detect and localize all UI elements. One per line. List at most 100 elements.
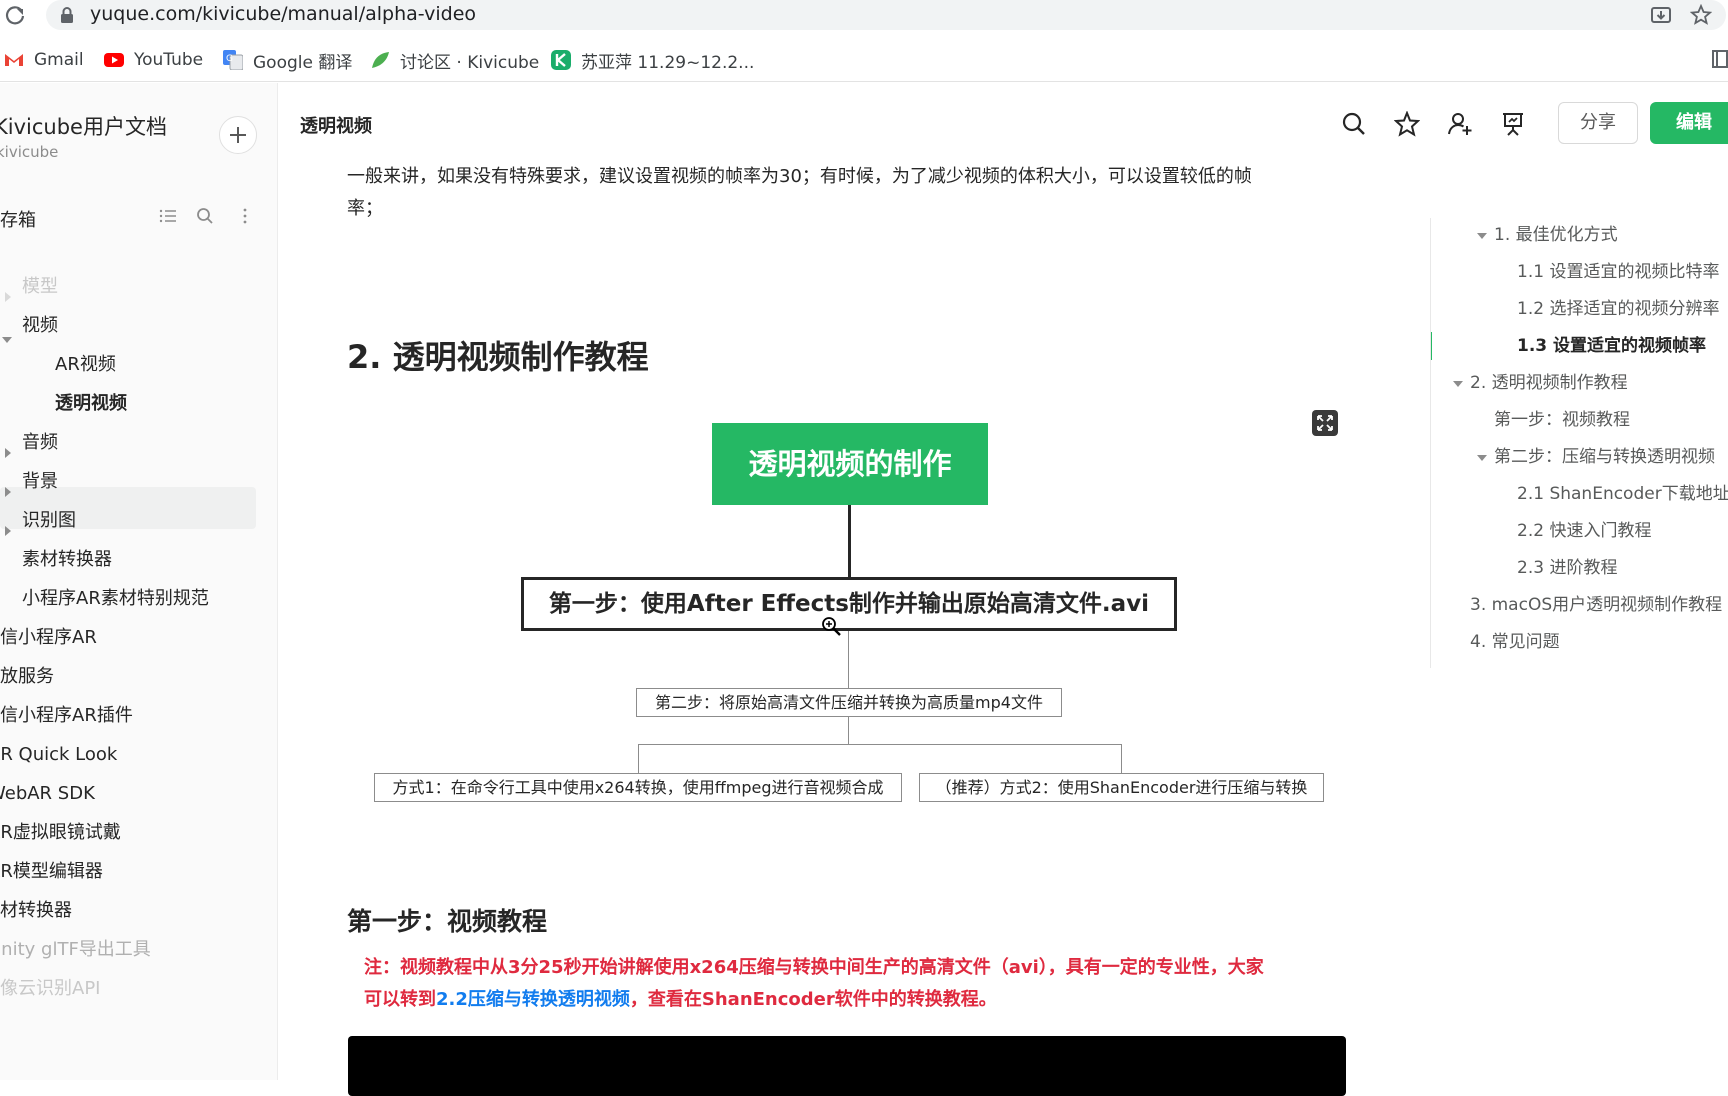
sidebar-item-ar-video[interactable]: AR视频 xyxy=(55,345,116,385)
note-line1: 注：视频教程中从3分25秒开始讲解使用x264压缩与转换中间生产的高清文件（av… xyxy=(364,957,1264,978)
url-text[interactable]: yuque.com/kivicube/manual/alpha-video xyxy=(90,3,476,25)
star-bookmark-icon[interactable] xyxy=(1689,3,1713,26)
doc-title: 透明视频 xyxy=(300,116,372,137)
video-player[interactable] xyxy=(348,1036,1346,1096)
note-link[interactable]: 2.2压缩与转换透明视频 xyxy=(436,989,630,1010)
search-icon[interactable] xyxy=(196,207,214,225)
toc-item[interactable]: 2. 透明视频制作教程 xyxy=(1470,366,1628,400)
mindmap-option1-node: 方式1：在命令行工具中使用x264转换，使用ffmpeg进行音视频合成 xyxy=(374,773,902,802)
leaf-icon xyxy=(370,50,390,70)
presentation-icon[interactable] xyxy=(1500,111,1526,137)
sidebar-item-webar-sdk[interactable]: WebAR SDK xyxy=(0,774,95,814)
bookmark-google-translate[interactable]: G Google 翻译 xyxy=(223,48,353,73)
toc-item[interactable]: 第一步：视频教程 xyxy=(1494,403,1630,437)
sidebar-item-background[interactable]: 背景 xyxy=(22,462,58,502)
bookmark-label: Google 翻译 xyxy=(253,52,353,73)
section-heading: 2. 透明视频制作教程 xyxy=(347,338,649,376)
book-subtitle: kivicube xyxy=(0,143,59,161)
subsection-heading: 第一步：视频教程 xyxy=(347,907,548,936)
star-icon[interactable] xyxy=(1393,110,1421,137)
mindmap-root-node: 透明视频的制作 xyxy=(712,423,988,505)
bookmark-youtube[interactable]: YouTube xyxy=(104,48,203,72)
bookmark-gmail[interactable]: Gmail xyxy=(4,48,84,72)
toc-item[interactable]: 2.1 ShanEncoder下载地址 xyxy=(1517,477,1728,511)
bookmark-label: 苏亚萍 11.29~12.2... xyxy=(581,52,755,73)
sidebar-item-converter-2[interactable]: 素材转换器 xyxy=(0,891,72,931)
connector-line xyxy=(1121,744,1122,773)
kivicube-k-icon xyxy=(551,50,571,70)
add-collaborator-icon[interactable] xyxy=(1447,111,1473,137)
bookmark-label: YouTube xyxy=(134,50,204,70)
toc-active-marker xyxy=(1431,332,1432,360)
intro-paragraph-line1: 一般来讲，如果没有特殊要求，建议设置视频的帧率为30；有时候，为了减少视频的体积… xyxy=(347,166,1252,187)
sidebar-item-cloud-api[interactable]: 图像云识别API xyxy=(0,969,100,1009)
mindmap-step1-node: 第一步：使用After Effects制作并输出原始高清文件.avi xyxy=(521,577,1177,631)
reload-icon[interactable] xyxy=(4,4,26,26)
toc-item[interactable]: 1. 最佳优化方式 xyxy=(1494,218,1618,252)
sidebar-item-model[interactable]: 模型 xyxy=(22,267,58,307)
sidebar-item-wechat-plugin[interactable]: 微信小程序AR插件 xyxy=(0,696,133,736)
caret-right-icon[interactable] xyxy=(5,448,11,458)
caret-down-icon[interactable] xyxy=(1477,233,1487,239)
connector-line xyxy=(638,744,639,773)
edit-button[interactable]: 编辑 xyxy=(1650,102,1728,144)
sidebar-item-converter[interactable]: 素材转换器 xyxy=(22,540,112,580)
caret-right-icon[interactable] xyxy=(5,487,11,497)
caret-down-icon[interactable] xyxy=(1477,455,1487,461)
connector-line xyxy=(848,631,849,688)
connector-line xyxy=(638,744,1122,745)
table-of-contents: 1. 最佳优化方式 1.1 设置适宜的视频比特率 1.2 选择适宜的视频分辨率 … xyxy=(1430,218,1728,668)
doc-header: 透明视频 xyxy=(279,83,1728,159)
sidebar-item-wechat-ar[interactable]: 微信小程序AR xyxy=(0,618,97,658)
bookmarks-bar: Gmail YouTube G Google 翻译 讨论区 · Kivicube… xyxy=(0,38,1728,82)
sidebar-item-glasses[interactable]: AR虚拟眼镜试戴 xyxy=(0,813,121,853)
bookmark-label: Gmail xyxy=(34,50,84,70)
sidebar-item-model-editor[interactable]: AR模型编辑器 xyxy=(0,852,103,892)
bookmark-suyaping[interactable]: 苏亚萍 11.29~12.2... xyxy=(551,48,755,73)
svg-text:G: G xyxy=(226,54,233,64)
youtube-icon xyxy=(104,50,124,70)
toc-item[interactable]: 2.2 快速入门教程 xyxy=(1517,514,1651,548)
note-line2: 可以转到2.2压缩与转换透明视频，查看在ShanEncoder软件中的转换教程。 xyxy=(364,984,1354,1016)
google-translate-icon: G xyxy=(223,50,244,71)
sidebar-item-open-service[interactable]: 开放服务 xyxy=(0,657,54,697)
lock-icon xyxy=(60,6,74,24)
caret-right-icon[interactable] xyxy=(5,292,11,302)
toc-item[interactable]: 3. macOS用户透明视频制作教程 xyxy=(1470,588,1722,622)
mindmap-diagram[interactable]: 透明视频的制作 第一步：使用After Effects制作并输出原始高清文件.a… xyxy=(340,400,1350,820)
bookmark-label: 讨论区 · Kivicube xyxy=(400,52,540,73)
mindmap-step2-node: 第二步：将原始高清文件压缩并转换为高质量mp4文件 xyxy=(636,688,1062,717)
caret-down-icon[interactable] xyxy=(1453,381,1463,387)
toc-item[interactable]: 2.3 进阶教程 xyxy=(1517,551,1617,585)
book-title[interactable]: Kivicube用户文档 xyxy=(0,111,167,141)
toc-item[interactable]: 1.2 选择适宜的视频分辨率 xyxy=(1517,292,1719,326)
add-button[interactable] xyxy=(219,116,257,154)
share-button[interactable]: 分享 xyxy=(1558,102,1638,144)
connector-line xyxy=(848,717,849,744)
bookmark-kivicube-forum[interactable]: 讨论区 · Kivicube xyxy=(370,48,540,73)
sidebar-item-miniapp-spec[interactable]: 小程序AR素材特别规范 xyxy=(22,579,209,619)
mindmap-option2-node: （推荐）方式2：使用ShanEncoder进行压缩与转换 xyxy=(919,773,1324,802)
search-icon[interactable] xyxy=(1341,111,1367,137)
sidebar-item-audio[interactable]: 音频 xyxy=(22,423,58,463)
address-bar[interactable]: yuque.com/kivicube/manual/alpha-video xyxy=(46,0,1726,30)
toc-item[interactable]: 第二步：压缩与转换透明视频 xyxy=(1494,440,1715,474)
toc-item[interactable]: 4. 常见问题 xyxy=(1470,625,1560,659)
toc-item[interactable]: 1.1 设置适宜的视频比特率 xyxy=(1517,255,1719,289)
caret-right-icon[interactable] xyxy=(5,526,11,536)
caret-down-icon[interactable] xyxy=(2,337,12,343)
sidebar-item-alpha-video[interactable]: 透明视频 xyxy=(55,384,127,424)
note-text: ，查看在ShanEncoder软件中的转换教程。 xyxy=(629,989,997,1010)
note-text: 可以转到 xyxy=(364,989,436,1010)
sidebar-item-ar-quick-look[interactable]: AR Quick Look xyxy=(0,735,117,775)
reading-list-icon[interactable] xyxy=(1712,48,1728,70)
toc-item-active[interactable]: 1.3 设置适宜的视频帧率 xyxy=(1517,329,1706,363)
list-toggle-icon[interactable] xyxy=(159,207,177,225)
sidebar-item-unity-gltf[interactable]: Unity glTF导出工具 xyxy=(0,930,151,970)
sidebar-item-video[interactable]: 视频 xyxy=(22,306,58,346)
install-app-icon[interactable] xyxy=(1650,4,1672,26)
more-vertical-icon[interactable] xyxy=(236,207,254,225)
note-paragraph: 注：视频教程中从3分25秒开始讲解使用x264压缩与转换中间生产的高清文件（av… xyxy=(364,952,1354,1016)
sidebar-item-marker[interactable]: 识别图 xyxy=(22,501,76,541)
gmail-icon xyxy=(4,50,24,70)
